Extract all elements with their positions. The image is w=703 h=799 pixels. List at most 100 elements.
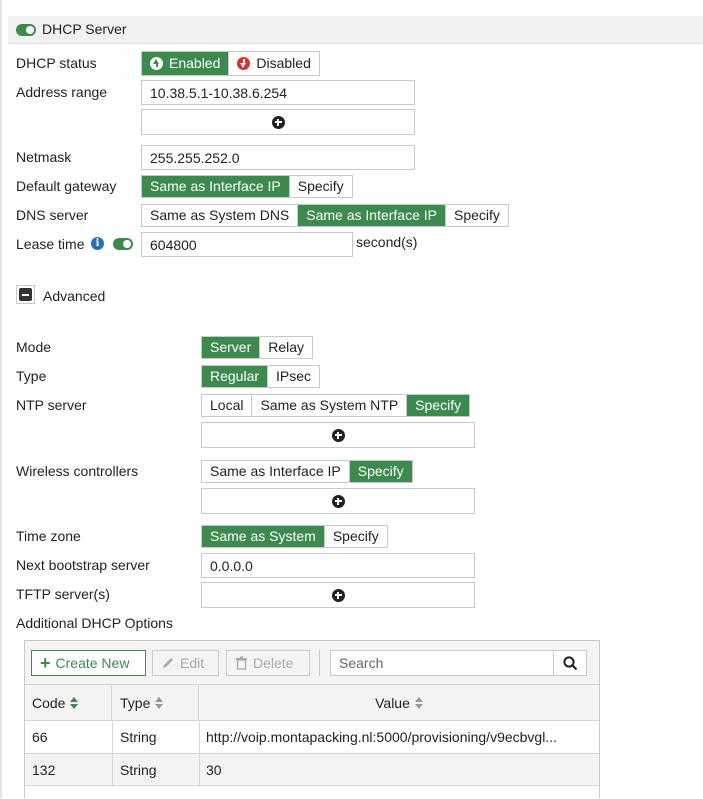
- dns-specify-option[interactable]: Specify: [446, 205, 508, 226]
- dhcp-status-label: DHCP status: [16, 55, 97, 71]
- table-row[interactable]: 132 String 30: [25, 754, 599, 786]
- default-gateway-label: Default gateway: [16, 178, 117, 194]
- cell-code: 66: [32, 729, 48, 745]
- time-zone-label: Time zone: [16, 528, 81, 544]
- delete-button[interactable]: Delete: [226, 650, 310, 676]
- wireless-controllers-label: Wireless controllers: [16, 463, 139, 479]
- wireless-controllers-add-button[interactable]: [201, 488, 475, 514]
- status-enabled-label: Enabled: [169, 55, 221, 71]
- dhcp-server-toggle[interactable]: [16, 24, 36, 36]
- column-divider: [199, 721, 200, 754]
- toolbar-divider: [319, 650, 320, 676]
- info-icon[interactable]: i: [91, 237, 104, 250]
- column-divider: [112, 721, 113, 754]
- delete-label: Delete: [253, 655, 294, 671]
- cell-type: String: [120, 762, 157, 778]
- netmask-input[interactable]: 255.255.252.0: [141, 145, 415, 170]
- default-gateway-toggle: Same as Interface IP Specify: [141, 175, 353, 198]
- sort-icon: [70, 696, 79, 709]
- dns-server-label: DNS server: [16, 207, 89, 223]
- cell-code: 132: [32, 762, 56, 778]
- ntp-same-as-system-option[interactable]: Same as System NTP: [252, 395, 408, 416]
- next-bootstrap-server-label: Next bootstrap server: [16, 557, 150, 573]
- tftp-servers-label: TFTP server(s): [16, 586, 110, 602]
- dhcp-options-table: + Create New Edit Delete Search Code Typ…: [24, 640, 600, 799]
- lease-time-toggle[interactable]: [113, 238, 133, 250]
- time-zone-toggle: Same as System Specify: [201, 525, 388, 548]
- search-button[interactable]: [553, 650, 587, 676]
- dhcp-status-toggle: Enabled Disabled: [141, 51, 320, 76]
- lease-time-label: Lease time: [16, 236, 85, 252]
- next-bootstrap-server-input[interactable]: 0.0.0.0: [201, 553, 475, 578]
- mode-toggle: Server Relay: [201, 336, 314, 359]
- ntp-local-option[interactable]: Local: [202, 395, 253, 416]
- ntp-server-add-button[interactable]: [201, 422, 475, 448]
- column-type-label: Type: [120, 694, 151, 711]
- dhcp-server-title: DHCP Server: [42, 21, 127, 37]
- panel-left-border: [0, 0, 2, 798]
- status-enabled-option[interactable]: Enabled: [142, 52, 230, 75]
- timezone-same-as-system-option[interactable]: Same as System: [202, 526, 325, 547]
- mode-label: Mode: [16, 339, 52, 355]
- arrow-down-circle-icon: [237, 57, 251, 70]
- ntp-server-toggle: Local Same as System NTP Specify: [201, 394, 471, 417]
- wireless-specify-option[interactable]: Specify: [349, 461, 412, 482]
- plus-circle-icon: [331, 588, 345, 602]
- column-value-label: Value: [375, 694, 410, 711]
- gateway-specify-option[interactable]: Specify: [290, 176, 352, 197]
- create-new-label: Create New: [55, 655, 130, 671]
- ntp-specify-option[interactable]: Specify: [407, 395, 470, 416]
- trash-icon: [236, 656, 247, 670]
- type-toggle: Regular IPsec: [201, 365, 321, 388]
- type-ipsec-option[interactable]: IPsec: [268, 366, 319, 387]
- advanced-collapse-button[interactable]: [16, 285, 35, 304]
- address-range-input[interactable]: 10.38.5.1-10.38.6.254: [141, 80, 415, 105]
- column-header-type[interactable]: Type: [112, 685, 199, 721]
- dns-same-as-system-option[interactable]: Same as System DNS: [142, 205, 299, 226]
- cell-value: http://voip.montapacking.nl:5000/provisi…: [206, 729, 557, 745]
- mode-server-option[interactable]: Server: [202, 337, 261, 358]
- search-input[interactable]: Search: [330, 650, 554, 676]
- ntp-server-label: NTP server: [16, 397, 87, 413]
- plus-circle-icon: [331, 494, 345, 508]
- table-toolbar: + Create New Edit Delete Search: [25, 641, 599, 685]
- column-divider: [112, 754, 113, 786]
- column-header-code[interactable]: Code: [25, 685, 112, 721]
- dns-same-as-interface-option[interactable]: Same as Interface IP: [298, 205, 446, 226]
- lease-time-unit: second(s): [356, 234, 418, 250]
- lease-time-input[interactable]: 604800: [141, 232, 353, 257]
- minus-square-icon: [19, 288, 32, 301]
- address-range-label: Address range: [16, 84, 108, 100]
- search-icon: [562, 655, 577, 670]
- arrow-up-circle-icon: [150, 57, 163, 70]
- column-divider: [199, 754, 200, 786]
- gateway-same-as-interface-option[interactable]: Same as Interface IP: [142, 176, 290, 197]
- column-code-label: Code: [32, 694, 66, 711]
- table-empty-space: [25, 787, 599, 799]
- plus-icon: +: [40, 653, 51, 673]
- status-disabled-option[interactable]: Disabled: [229, 52, 318, 75]
- dns-server-toggle: Same as System DNS Same as Interface IP …: [141, 204, 509, 227]
- create-new-button[interactable]: + Create New: [31, 650, 146, 676]
- netmask-label: Netmask: [16, 149, 72, 165]
- wireless-same-as-interface-option[interactable]: Same as Interface IP: [202, 461, 350, 482]
- edit-label: Edit: [180, 655, 205, 671]
- pencil-icon: [163, 658, 173, 668]
- type-label: Type: [16, 368, 47, 384]
- cell-value: 30: [206, 762, 222, 778]
- edit-button[interactable]: Edit: [152, 650, 219, 676]
- additional-dhcp-options-label: Additional DHCP Options: [16, 615, 173, 631]
- mode-relay-option[interactable]: Relay: [260, 337, 312, 358]
- timezone-specify-option[interactable]: Specify: [325, 526, 387, 547]
- plus-circle-icon: [271, 115, 285, 129]
- plus-circle-icon: [331, 428, 345, 442]
- table-row[interactable]: 66 String http://voip.montapacking.nl:50…: [25, 721, 599, 754]
- cell-type: String: [120, 729, 157, 745]
- tftp-servers-add-button[interactable]: [201, 582, 475, 608]
- sort-icon: [155, 696, 164, 709]
- status-disabled-label: Disabled: [256, 55, 311, 71]
- type-regular-option[interactable]: Regular: [202, 366, 269, 387]
- column-header-value[interactable]: Value: [199, 685, 599, 721]
- address-range-add-button[interactable]: [141, 109, 415, 135]
- advanced-label: Advanced: [43, 288, 106, 304]
